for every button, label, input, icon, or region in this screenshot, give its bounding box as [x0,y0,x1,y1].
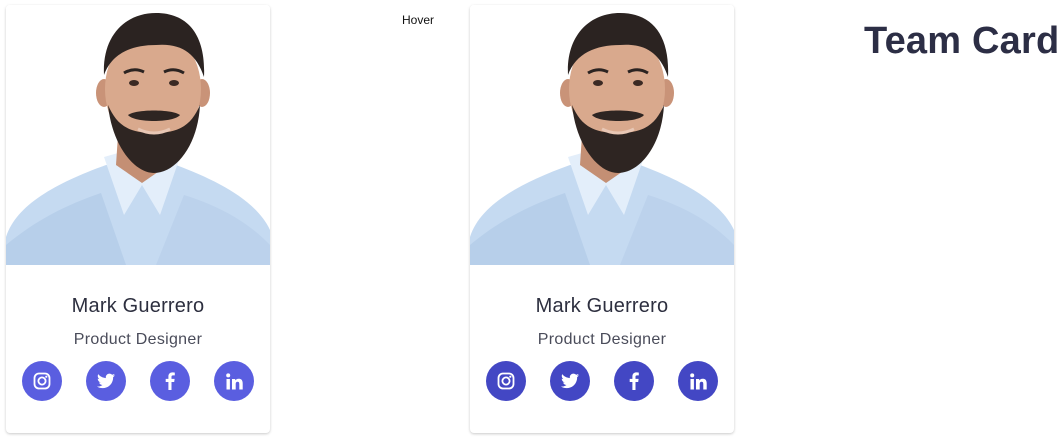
profile-photo [6,5,270,265]
instagram-icon [33,372,51,390]
member-role: Product Designer [537,331,667,348]
member-role: Product Designer [73,331,203,348]
social-links [486,361,718,401]
facebook-button[interactable] [614,361,654,401]
instagram-button[interactable] [22,361,62,401]
social-links [22,361,254,401]
instagram-button[interactable] [486,361,526,401]
page-title: Team Card [864,20,1059,62]
twitter-button[interactable] [86,361,126,401]
linkedin-button[interactable] [214,361,254,401]
team-card-hover[interactable]: Mark Guerrero Product Designer [470,5,734,433]
facebook-icon [629,372,639,390]
member-name: Mark Guerrero [71,295,205,317]
facebook-button[interactable] [150,361,190,401]
hover-state-label: Hover [402,13,435,27]
facebook-icon [165,372,175,390]
team-card-showcase: Mark Guerrero Product Designer Hover Mar… [0,0,1059,440]
linkedin-icon [225,372,243,389]
twitter-button[interactable] [550,361,590,401]
twitter-icon [97,373,115,389]
linkedin-button[interactable] [678,361,718,401]
team-card-default[interactable]: Mark Guerrero Product Designer [6,5,270,433]
member-name: Mark Guerrero [535,295,669,317]
instagram-icon [497,372,515,390]
linkedin-icon [689,372,707,389]
twitter-icon [561,373,579,389]
profile-photo [470,5,734,265]
